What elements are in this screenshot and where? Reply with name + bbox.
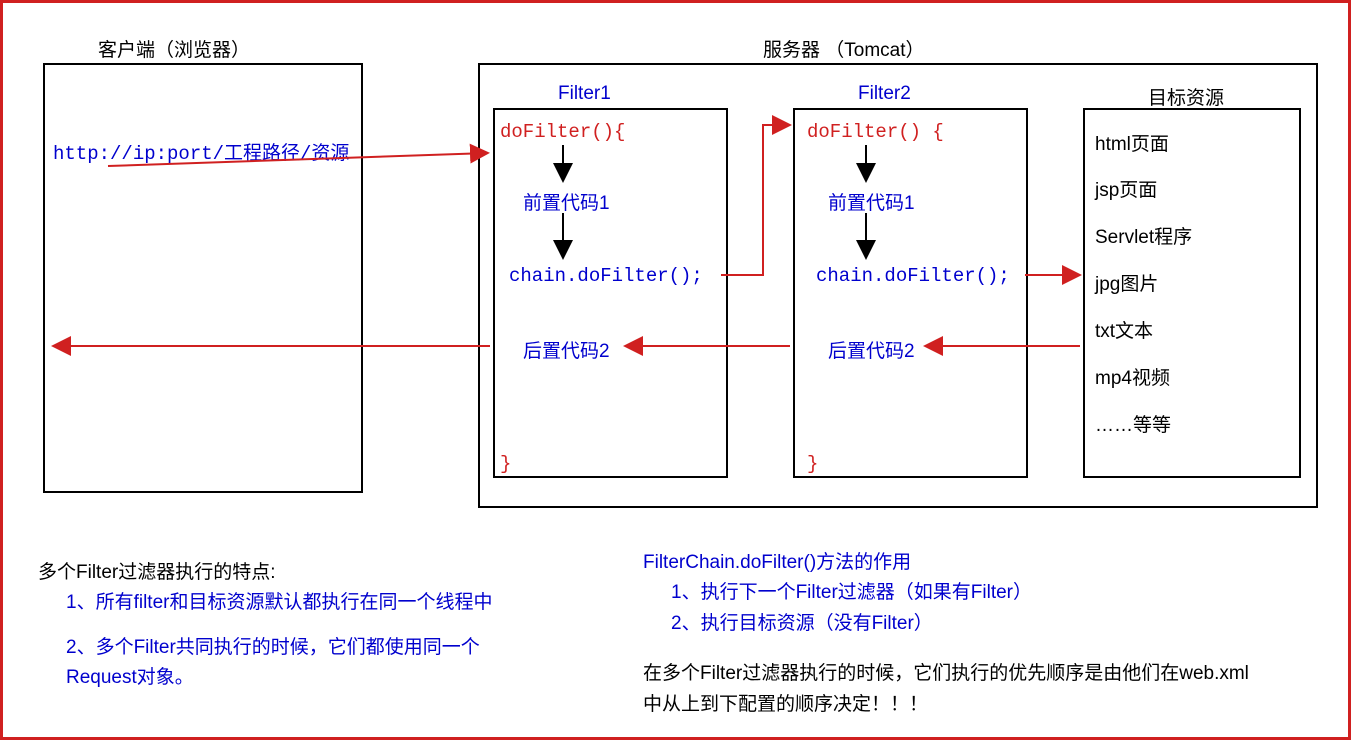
filter2-title: Filter2 (858, 83, 911, 105)
notes-left-p1: 1、所有filter和目标资源默认都执行在同一个线程中 (66, 588, 496, 618)
filter1-chain: chain.doFilter(); (509, 265, 703, 287)
filter1-title: Filter1 (558, 83, 611, 105)
client-box (43, 63, 363, 493)
notes-left-p2: 2、多个Filter共同执行的时候，它们都使用同一个Request对象。 (66, 633, 496, 694)
filter1-pre: 前置代码1 (523, 188, 610, 215)
filter2-pre: 前置代码1 (828, 188, 915, 215)
diagram-canvas: 客户端（浏览器） http://ip:port/工程路径/资源 服务器 （Tom… (0, 0, 1351, 740)
client-url: http://ip:port/工程路径/资源 (53, 138, 349, 165)
filter1-box (493, 108, 728, 478)
filter1-close: } (500, 453, 511, 475)
filter2-post: 后置代码2 (828, 336, 915, 363)
server-title: 服务器 （Tomcat） (763, 35, 925, 62)
notes-right: FilterChain.doFilter()方法的作用 1、执行下一个Filte… (643, 548, 1283, 720)
filter2-sig-open: doFilter() { (807, 121, 944, 143)
notes-right-p2: 2、执行目标资源（没有Filter） (671, 609, 1283, 639)
filter2-chain: chain.doFilter(); (816, 265, 1010, 287)
client-title: 客户端（浏览器） (98, 35, 250, 62)
filter1-post: 后置代码2 (523, 336, 610, 363)
target-item-4: txt文本 (1095, 316, 1153, 343)
target-item-2: Servlet程序 (1095, 222, 1192, 249)
filter2-box (793, 108, 1028, 478)
target-item-0: html页面 (1095, 129, 1169, 156)
filter2-close: } (807, 453, 818, 475)
target-item-5: mp4视频 (1095, 363, 1170, 390)
target-item-3: jpg图片 (1095, 269, 1158, 296)
notes-left-heading: 多个Filter过滤器执行的特点: (38, 558, 498, 588)
notes-right-heading: FilterChain.doFilter()方法的作用 (643, 548, 1283, 578)
notes-left: 多个Filter过滤器执行的特点: 1、所有filter和目标资源默认都执行在同… (38, 558, 498, 694)
target-item-6: ……等等 (1095, 410, 1171, 437)
notes-right-p1: 1、执行下一个Filter过滤器（如果有Filter） (671, 578, 1283, 608)
target-item-1: jsp页面 (1095, 175, 1157, 202)
target-title: 目标资源 (1148, 83, 1224, 110)
filter1-sig-open: doFilter(){ (500, 121, 625, 143)
notes-right-footer: 在多个Filter过滤器执行的时候，它们执行的优先顺序是由他们在web.xml中… (643, 659, 1263, 720)
